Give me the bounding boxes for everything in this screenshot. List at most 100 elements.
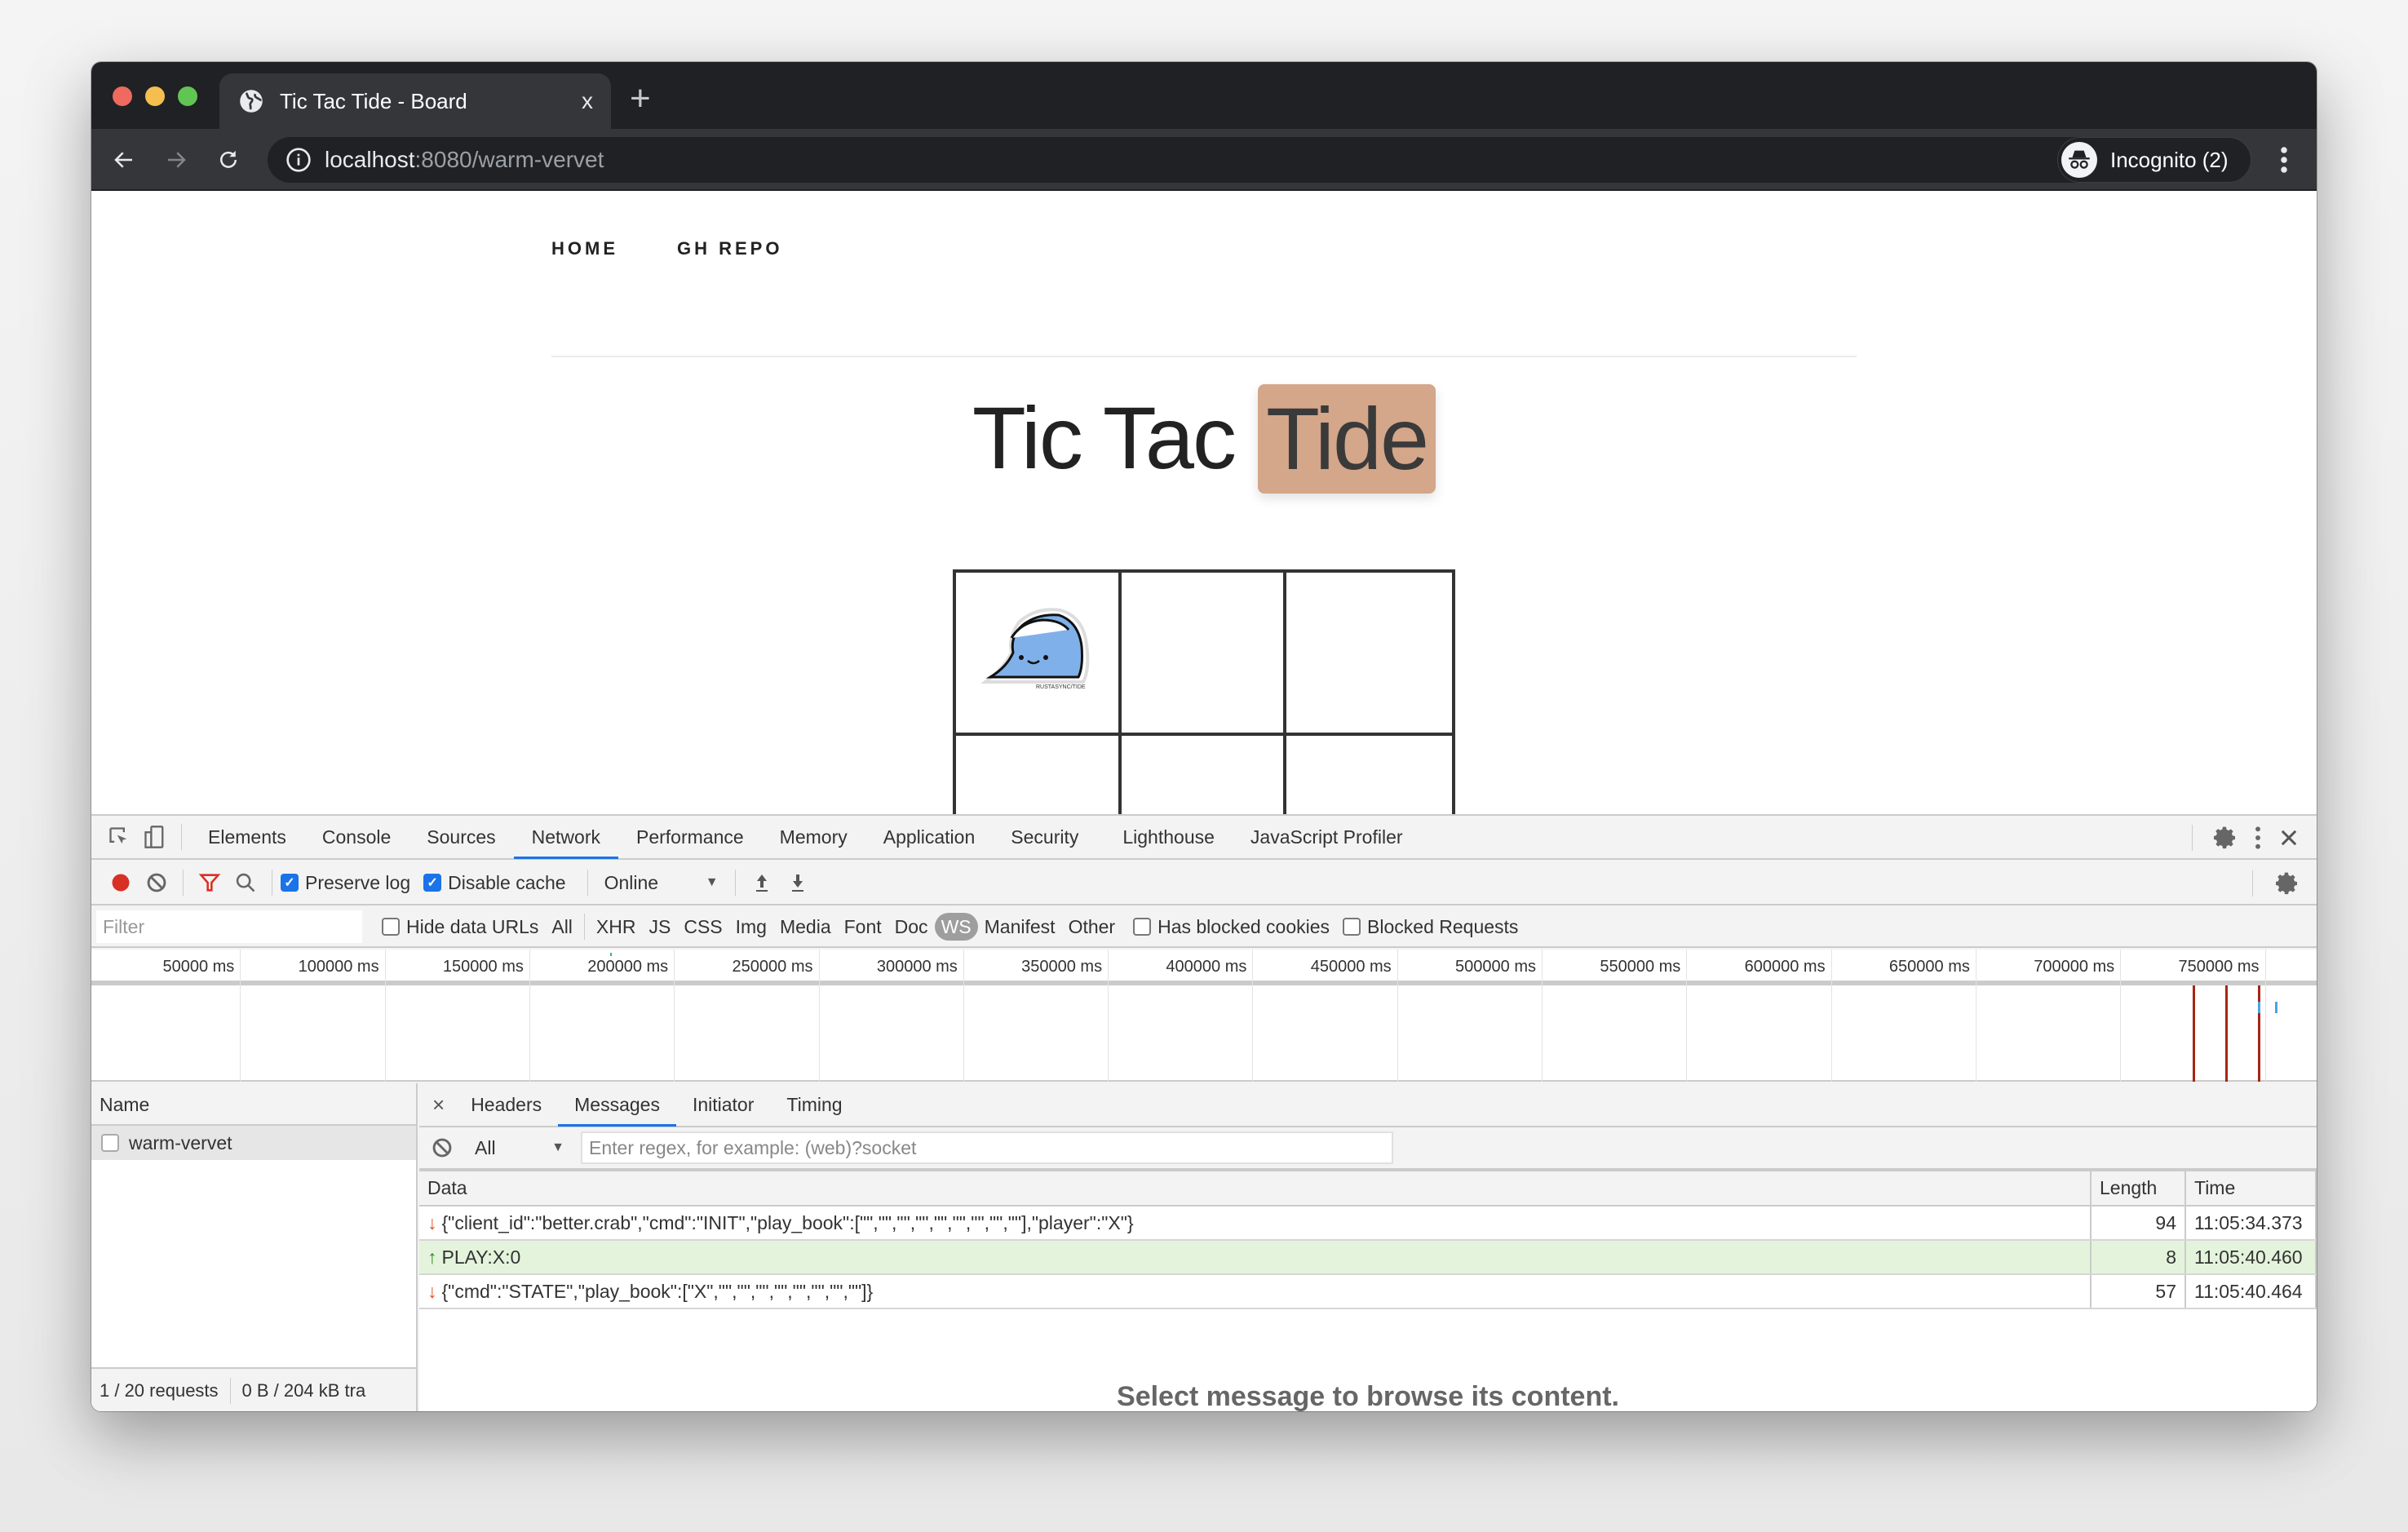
devtools-tab-performance[interactable]: Performance bbox=[618, 815, 762, 859]
address-bar[interactable]: localhost:8080/warm-vervet bbox=[268, 137, 2144, 183]
filter-type-font[interactable]: Font bbox=[838, 913, 888, 941]
browser-tab-active[interactable]: Tic Tac Tide - Board x bbox=[219, 73, 611, 129]
reload-button[interactable] bbox=[212, 144, 245, 176]
throttling-select[interactable]: Online ▼ bbox=[596, 872, 727, 894]
hide-data-urls-checkbox[interactable]: Hide data URLs bbox=[382, 916, 538, 938]
browser-menu-icon[interactable] bbox=[2274, 145, 2294, 175]
forward-button[interactable] bbox=[160, 144, 193, 176]
name-column-header[interactable]: Name bbox=[91, 1083, 416, 1126]
maximize-window-button[interactable] bbox=[178, 86, 197, 106]
network-filter-bar: Hide data URLs All XHRJSCSSImgMediaFontDo… bbox=[91, 907, 2317, 948]
blocked-requests-label: Blocked Requests bbox=[1367, 915, 1519, 937]
detail-tab-headers[interactable]: Headers bbox=[454, 1083, 558, 1127]
separator bbox=[181, 824, 182, 850]
has-blocked-cookies-checkbox[interactable]: Has blocked cookies bbox=[1133, 916, 1330, 938]
network-overview-timeline[interactable]: 50000 ms 100000 ms 150000 ms 200000 ms 25000… bbox=[91, 950, 2317, 1082]
import-har-button[interactable] bbox=[744, 861, 780, 905]
new-tab-button[interactable]: + bbox=[630, 78, 651, 119]
filter-type-manifest[interactable]: Manifest bbox=[978, 913, 1062, 941]
message-regex-input[interactable] bbox=[581, 1131, 1393, 1164]
device-toggle-button[interactable] bbox=[137, 815, 173, 859]
nav-gh-repo-link[interactable]: GH REPO bbox=[677, 238, 782, 259]
sent-arrow-up-icon: ↑ bbox=[427, 1246, 437, 1268]
clear-messages-icon[interactable] bbox=[431, 1136, 454, 1159]
devtools-menu-icon[interactable] bbox=[2250, 825, 2266, 851]
back-button[interactable] bbox=[108, 144, 140, 176]
upload-icon bbox=[755, 874, 768, 892]
devtools-tab-application[interactable]: Application bbox=[865, 815, 994, 859]
checkbox-unchecked-icon bbox=[1343, 918, 1361, 936]
export-har-button[interactable] bbox=[780, 861, 816, 905]
message-row[interactable]: ↑ PLAY:X:0 8 11:05:40.460 bbox=[419, 1240, 2317, 1275]
message-type-select[interactable]: All ▼ bbox=[467, 1137, 573, 1159]
clear-button[interactable] bbox=[139, 861, 175, 905]
search-button[interactable] bbox=[228, 861, 263, 905]
devtools-tab-network[interactable]: Network bbox=[513, 815, 619, 859]
incognito-profile-button[interactable]: Incognito (2) bbox=[2057, 137, 2251, 183]
filter-type-media[interactable]: Media bbox=[773, 913, 838, 941]
filter-type-ws[interactable]: WS bbox=[934, 913, 978, 941]
detail-tab-timing[interactable]: Timing bbox=[770, 1083, 858, 1127]
board-cell-2[interactable] bbox=[1286, 573, 1452, 736]
devtools-tab-security[interactable]: Security bbox=[993, 815, 1096, 859]
checkbox-unchecked-icon bbox=[382, 918, 400, 936]
devtools-tab-console[interactable]: Console bbox=[304, 815, 409, 859]
info-icon[interactable] bbox=[286, 147, 312, 173]
board-cell-3[interactable] bbox=[956, 736, 1122, 814]
arrow-right-icon bbox=[168, 152, 186, 168]
timeline-gridline bbox=[91, 950, 2317, 1082]
devtools-tab-lighthouse[interactable]: Lighthouse bbox=[1104, 815, 1233, 859]
preserve-log-checkbox[interactable]: ✓ Preserve log bbox=[281, 872, 410, 894]
devtools-tab-elements[interactable]: Elements bbox=[190, 815, 304, 859]
network-toolbar: ✓ Preserve log ✓ Disable cache Online ▼ bbox=[91, 861, 2317, 905]
devtools-tab-sources[interactable]: Sources bbox=[409, 815, 513, 859]
board-cell-1[interactable] bbox=[1121, 573, 1287, 736]
devtools-tab-memory[interactable]: Memory bbox=[762, 815, 865, 859]
settings-gear-icon[interactable] bbox=[2212, 825, 2238, 851]
detail-tab-initiator[interactable]: Initiator bbox=[676, 1083, 770, 1127]
messages-header-row: Data Length Time bbox=[419, 1171, 2317, 1207]
request-row[interactable]: warm-vervet bbox=[91, 1126, 416, 1160]
message-row[interactable]: ↓ {"client_id":"better.crab","cmd":"INIT"… bbox=[419, 1206, 2317, 1241]
record-button[interactable] bbox=[103, 861, 139, 905]
filter-type-xhr[interactable]: XHR bbox=[590, 913, 643, 941]
filter-type-css[interactable]: CSS bbox=[677, 913, 728, 941]
detail-tab-messages[interactable]: Messages bbox=[558, 1083, 676, 1127]
nav-home-link[interactable]: HOME bbox=[551, 238, 618, 259]
disable-cache-label: Disable cache bbox=[448, 871, 566, 893]
message-data: {"client_id":"better.crab","cmd":"INIT",… bbox=[441, 1211, 1134, 1233]
messages-table: Data Length Time ↓ {"client_id":"better.c… bbox=[419, 1171, 2317, 1309]
filter-input[interactable] bbox=[96, 910, 362, 943]
devtools-tab-javascript-profiler[interactable]: JavaScript Profiler bbox=[1233, 815, 1421, 859]
blocked-requests-checkbox[interactable]: Blocked Requests bbox=[1343, 916, 1518, 938]
record-icon bbox=[112, 874, 130, 892]
checkbox-unchecked-icon bbox=[1133, 918, 1152, 936]
filter-type-other[interactable]: Other bbox=[1062, 913, 1122, 941]
filter-type-js[interactable]: JS bbox=[642, 913, 677, 941]
board-cell-0[interactable]: RUSTASYNC/TIDE bbox=[956, 573, 1122, 736]
data-column-header[interactable]: Data bbox=[419, 1171, 2092, 1207]
timeline-tick-label: 800000 ms bbox=[2288, 958, 2317, 976]
close-detail-icon[interactable]: × bbox=[419, 1092, 454, 1118]
message-row[interactable]: ↓ {"cmd":"STATE","play_book":["X","","","… bbox=[419, 1274, 2317, 1309]
time-column-header[interactable]: Time bbox=[2185, 1171, 2317, 1207]
board-cell-4[interactable] bbox=[1122, 736, 1287, 814]
filter-toggle-button[interactable] bbox=[192, 861, 228, 905]
filter-type-all[interactable]: All bbox=[545, 913, 579, 941]
arrow-left-icon bbox=[114, 152, 132, 168]
close-devtools-icon[interactable] bbox=[2277, 826, 2300, 849]
filter-type-doc[interactable]: Doc bbox=[888, 913, 935, 941]
disable-cache-checkbox[interactable]: ✓ Disable cache bbox=[423, 871, 566, 894]
minimize-window-button[interactable] bbox=[145, 86, 165, 106]
close-window-button[interactable] bbox=[113, 86, 132, 106]
download-icon bbox=[791, 874, 803, 892]
timeline-marker bbox=[2258, 985, 2260, 1082]
request-name: warm-vervet bbox=[129, 1131, 232, 1153]
tab-close-icon[interactable]: x bbox=[582, 88, 593, 114]
length-column-header[interactable]: Length bbox=[2091, 1171, 2186, 1207]
board-cell-5[interactable] bbox=[1286, 736, 1452, 814]
network-settings-gear-icon[interactable] bbox=[2274, 870, 2300, 897]
filter-type-img[interactable]: Img bbox=[729, 913, 773, 941]
message-time: 11:05:40.464 bbox=[2185, 1274, 2317, 1309]
inspect-element-button[interactable] bbox=[101, 815, 137, 859]
